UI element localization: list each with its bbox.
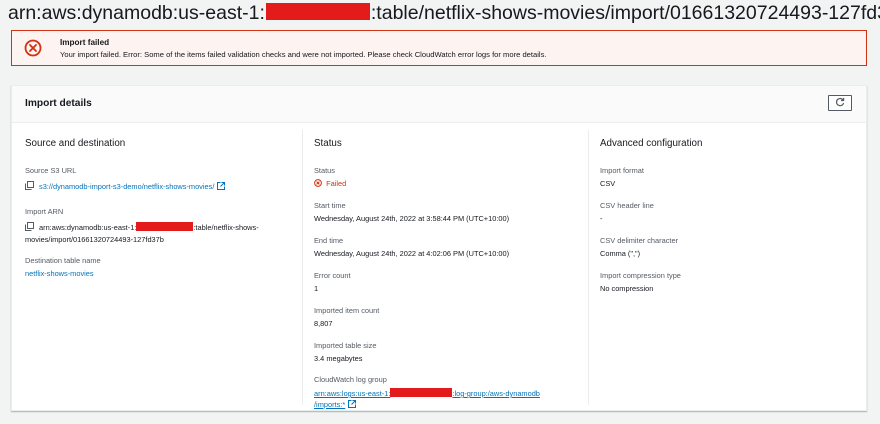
- csv-delimiter-value: Comma (","): [600, 249, 641, 258]
- panel-title: Import details: [25, 98, 92, 109]
- log-line2[interactable]: /imports:*: [314, 400, 345, 409]
- end-time-value: Wednesday, August 24th, 2022 at 4:02:06 …: [314, 249, 510, 258]
- column-divider: [302, 130, 303, 405]
- log-prefix[interactable]: arn:aws:logs:us-east-1:: [314, 389, 390, 398]
- destination-table-label: Destination table name: [25, 256, 101, 265]
- log-suffix[interactable]: :log-group:/aws-dynamodb: [452, 389, 540, 398]
- arn-prefix: arn:aws:dynamodb:us-east-1:: [39, 223, 137, 232]
- error-count-value: 1: [314, 284, 319, 293]
- start-time-value: Wednesday, August 24th, 2022 at 3:58:44 …: [314, 214, 510, 223]
- csv-header-line-value: -: [600, 214, 603, 223]
- compression-type-label: Import compression type: [600, 271, 681, 280]
- refresh-icon: [835, 94, 845, 112]
- failed-status-icon: [314, 179, 326, 188]
- source-s3-url-link[interactable]: s3://dynamodb-import-s3-demo/netflix-sho…: [39, 182, 214, 191]
- page-title: arn:aws:dynamodb:us-east-1: :table/netfli…: [8, 0, 880, 26]
- redaction-block: [265, 3, 370, 21]
- cloudwatch-log-group-line2[interactable]: /imports:*: [314, 400, 357, 409]
- error-count-label: Error count: [314, 271, 351, 280]
- section-heading: Advanced configuration: [600, 138, 703, 149]
- status-text: Failed: [326, 179, 347, 188]
- import-arn-label: Import ARN: [25, 207, 64, 216]
- csv-delimiter-label: CSV delimiter character: [600, 236, 679, 245]
- alert-title: Import failed: [60, 38, 110, 47]
- error-circle-icon: [24, 39, 42, 57]
- arn-suffix: :table/netflix-shows-: [193, 223, 259, 232]
- redaction-block: [136, 222, 194, 231]
- csv-header-line-label: CSV header line: [600, 201, 654, 210]
- destination-table-link[interactable]: netflix-shows-movies: [25, 269, 94, 278]
- refresh-button[interactable]: [828, 95, 852, 111]
- error-alert: Import failed Your import failed. Error:…: [11, 30, 867, 66]
- copy-icon[interactable]: [25, 222, 34, 231]
- import-arn-line2: movies/import/01661320724493-127fd37b: [25, 235, 164, 244]
- external-link-icon[interactable]: [348, 400, 357, 408]
- section-heading: Source and destination: [25, 138, 126, 149]
- imported-item-count-value: 8,807: [314, 319, 333, 328]
- section-heading: Status: [314, 138, 342, 149]
- alert-message: Your import failed. Error: Some of the i…: [60, 50, 547, 59]
- compression-type-value: No compression: [600, 284, 654, 293]
- import-format-value: CSV: [600, 179, 616, 188]
- source-s3-url-label: Source S3 URL: [25, 166, 77, 175]
- external-link-icon[interactable]: [217, 182, 226, 190]
- page-title-prefix: arn:aws:dynamodb:us-east-1:: [8, 2, 265, 24]
- redaction-block: [390, 388, 453, 397]
- copy-icon[interactable]: [25, 181, 34, 190]
- import-details-panel: Import details Source and destination So…: [11, 85, 867, 411]
- imported-table-size-label: Imported table size: [314, 341, 377, 350]
- column-divider: [588, 130, 589, 405]
- panel-header: Import details: [12, 86, 866, 123]
- cloudwatch-log-group-label: CloudWatch log group: [314, 375, 387, 384]
- status-label: Status: [314, 166, 335, 175]
- page-title-suffix: :table/netflix-shows-movies/import/01661…: [370, 2, 880, 24]
- cloudwatch-log-group-link[interactable]: arn:aws:logs:us-east-1: :log-group:/aws-d…: [314, 388, 540, 398]
- start-time-label: Start time: [314, 201, 346, 210]
- status-value: Failed: [314, 179, 346, 188]
- end-time-label: End time: [314, 236, 344, 245]
- source-s3-url-value: s3://dynamodb-import-s3-demo/netflix-sho…: [25, 181, 226, 191]
- imported-table-size-value: 3.4 megabytes: [314, 354, 363, 363]
- import-arn-value: arn:aws:dynamodb:us-east-1: :table/netfli…: [25, 222, 259, 232]
- import-format-label: Import format: [600, 166, 644, 175]
- imported-item-count-label: Imported item count: [314, 306, 380, 315]
